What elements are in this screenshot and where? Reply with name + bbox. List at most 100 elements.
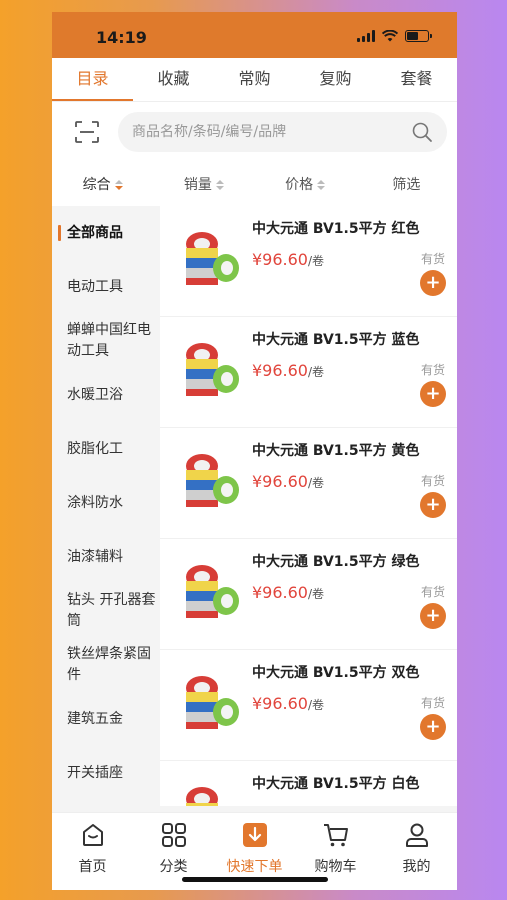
tab-favorites[interactable]: 收藏 xyxy=(133,58,214,101)
sort-sales-label: 销量 xyxy=(183,177,212,193)
product-name[interactable]: 中大元通 BV1.5平方 白色 xyxy=(252,773,457,793)
product-info: 中大元通 BV1.5平方 白色 ¥96.60/卷 xyxy=(252,761,457,806)
category-item[interactable]: 蝉蝉中国红电动工具 xyxy=(52,314,160,368)
stock-status: 有货 xyxy=(420,363,445,377)
product-name[interactable]: 中大元通 BV1.5平方 红色 xyxy=(252,218,457,238)
product-list: 中大元通 BV1.5平方 红色 ¥96.60/卷 有货 + 中大元通 BV1.5… xyxy=(160,206,457,806)
scan-icon[interactable] xyxy=(74,120,100,144)
phone-screen: 14:19 目录 收藏 常购 复购 套餐 综合 销量 价格 筛选 全部商品 电动… xyxy=(52,12,457,890)
stock-status: 有货 xyxy=(420,585,445,599)
product-unit: /卷 xyxy=(307,587,325,601)
product-card[interactable]: 中大元通 BV1.5平方 绿色 ¥96.60/卷 有货 + xyxy=(160,539,457,650)
add-to-cart-button[interactable]: + xyxy=(420,381,446,407)
home-icon xyxy=(82,824,103,846)
product-unit: /卷 xyxy=(307,698,325,712)
category-item[interactable]: 油漆辅料 xyxy=(52,530,160,584)
search-icon[interactable] xyxy=(411,121,433,143)
category-item[interactable]: 电动工具 xyxy=(52,260,160,314)
product-price: ¥96.60 xyxy=(252,694,308,713)
product-price: ¥96.60 xyxy=(252,250,308,269)
wire-coil-icon xyxy=(186,454,239,507)
wire-coil-icon xyxy=(186,565,239,618)
stock-status: 有货 xyxy=(420,252,445,266)
battery-icon xyxy=(405,30,432,42)
category-item[interactable]: 钻头 开孔器套筒 xyxy=(52,584,160,638)
product-image[interactable] xyxy=(160,650,252,761)
product-image[interactable] xyxy=(160,317,252,428)
tabbar-category-label: 分类 xyxy=(159,859,188,875)
product-image[interactable] xyxy=(160,539,252,650)
search-row xyxy=(52,102,457,162)
cart-icon xyxy=(323,824,348,847)
status-icons xyxy=(357,30,432,42)
stock-status: 有货 xyxy=(420,696,445,710)
product-card[interactable]: 中大元通 BV1.5平方 红色 ¥96.60/卷 有货 + xyxy=(160,206,457,317)
product-price: ¥96.60 xyxy=(252,361,308,380)
product-name[interactable]: 中大元通 BV1.5平方 绿色 xyxy=(252,551,457,571)
add-to-cart-button[interactable]: + xyxy=(420,603,446,629)
quick-order-icon xyxy=(242,823,267,847)
product-card[interactable]: 中大元通 BV1.5平方 双色 ¥96.60/卷 有货 + xyxy=(160,650,457,761)
product-unit: /卷 xyxy=(307,254,325,268)
sort-composite[interactable]: 综合 xyxy=(52,174,153,194)
tabbar-me-label: 我的 xyxy=(402,859,431,875)
add-to-cart-button[interactable]: + xyxy=(420,270,446,296)
sort-sales[interactable]: 销量 xyxy=(153,174,254,194)
product-unit: /卷 xyxy=(307,365,325,379)
product-price: ¥96.60 xyxy=(252,583,308,602)
stock-status: 有货 xyxy=(420,474,445,488)
category-item[interactable]: 建筑五金 xyxy=(52,692,160,746)
category-item[interactable]: 铁丝焊条紧固件 xyxy=(52,638,160,692)
tab-frequent[interactable]: 常购 xyxy=(214,58,295,101)
category-item[interactable]: 开关插座 xyxy=(52,746,160,800)
category-item[interactable]: 全部商品 xyxy=(52,206,160,260)
filter-button[interactable]: 筛选 xyxy=(356,174,457,194)
add-to-cart-button[interactable]: + xyxy=(420,714,446,740)
product-name[interactable]: 中大元通 BV1.5平方 黄色 xyxy=(252,440,457,460)
product-card[interactable]: 中大元通 BV1.5平方 蓝色 ¥96.60/卷 有货 + xyxy=(160,317,457,428)
sort-arrows-icon xyxy=(114,180,123,190)
tab-repurchase[interactable]: 复购 xyxy=(295,58,376,101)
product-image[interactable] xyxy=(160,428,252,539)
content-area: 全部商品 电动工具 蝉蝉中国红电动工具 水暖卫浴 胶脂化工 涂料防水 油漆辅料 … xyxy=(52,206,457,806)
tabbar-me[interactable]: 我的 xyxy=(376,813,457,890)
wire-coil-icon xyxy=(186,676,239,729)
category-item[interactable]: 涂料防水 xyxy=(52,476,160,530)
search-box xyxy=(118,112,447,152)
status-time: 14:19 xyxy=(96,28,147,47)
bottom-tab-bar: 首页 分类 快速下单 购物车 我的 xyxy=(52,812,457,890)
sort-arrows-icon xyxy=(317,180,326,190)
tabbar-home[interactable]: 首页 xyxy=(52,813,133,890)
signal-icon xyxy=(357,30,375,42)
tab-bundle[interactable]: 套餐 xyxy=(376,58,457,101)
sort-bar: 综合 销量 价格 筛选 xyxy=(52,162,457,206)
sort-price-label: 价格 xyxy=(285,177,314,193)
category-item[interactable]: 水暖卫浴 xyxy=(52,368,160,422)
add-to-cart-button[interactable]: + xyxy=(420,492,446,518)
product-unit: /卷 xyxy=(307,476,325,490)
tabbar-home-label: 首页 xyxy=(78,859,107,875)
product-card[interactable]: 中大元通 BV1.5平方 白色 ¥96.60/卷 有货 + xyxy=(160,761,457,806)
category-sidebar: 全部商品 电动工具 蝉蝉中国红电动工具 水暖卫浴 胶脂化工 涂料防水 油漆辅料 … xyxy=(52,206,160,806)
status-bar: 14:19 xyxy=(52,12,457,58)
top-tabs: 目录 收藏 常购 复购 套餐 xyxy=(52,58,457,102)
home-indicator xyxy=(182,877,328,882)
product-card[interactable]: 中大元通 BV1.5平方 黄色 ¥96.60/卷 有货 + xyxy=(160,428,457,539)
search-input[interactable] xyxy=(132,124,411,140)
wire-coil-icon xyxy=(186,343,239,396)
tab-catalog[interactable]: 目录 xyxy=(52,58,133,101)
product-price: ¥96.60 xyxy=(252,805,308,806)
product-image[interactable] xyxy=(160,206,252,317)
category-item[interactable]: 胶脂化工 xyxy=(52,422,160,476)
sort-arrows-icon xyxy=(215,180,224,190)
product-name[interactable]: 中大元通 BV1.5平方 双色 xyxy=(252,662,457,682)
sort-price[interactable]: 价格 xyxy=(255,174,356,194)
sort-composite-label: 综合 xyxy=(82,177,111,193)
product-price: ¥96.60 xyxy=(252,472,308,491)
tabbar-cart-label: 购物车 xyxy=(314,859,357,875)
wifi-icon xyxy=(382,30,398,42)
stock-status: 有货 xyxy=(421,805,445,806)
product-name[interactable]: 中大元通 BV1.5平方 蓝色 xyxy=(252,329,457,349)
wire-coil-icon xyxy=(186,232,239,285)
product-image[interactable] xyxy=(160,761,252,806)
